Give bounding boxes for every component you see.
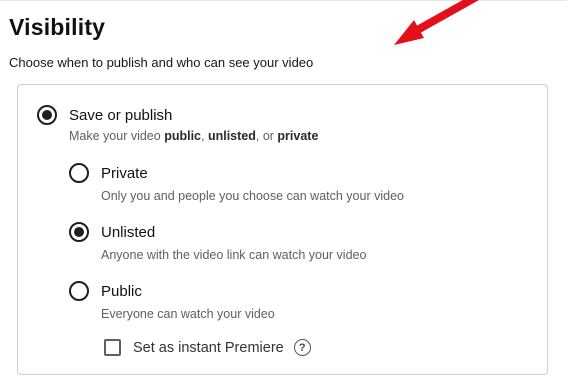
red-arrow-icon	[394, 0, 480, 45]
instant-premiere-checkbox[interactable]	[104, 339, 121, 356]
save-or-publish-description: Make your video public, unlisted, or pri…	[69, 129, 318, 143]
desc-prefix: Make your video	[69, 129, 165, 143]
private-radio[interactable]	[69, 163, 89, 183]
private-label: Private	[101, 164, 148, 182]
visibility-card: Save or publish Make your video public, …	[17, 84, 548, 375]
instant-premiere-option[interactable]: Set as instant Premiere ?	[104, 339, 311, 356]
save-or-publish-option[interactable]: Save or publish	[37, 105, 172, 125]
unlisted-option[interactable]: Unlisted	[69, 222, 155, 242]
public-label: Public	[101, 282, 142, 300]
save-or-publish-radio[interactable]	[37, 105, 57, 125]
private-description: Only you and people you choose can watch…	[101, 189, 404, 203]
desc-sep1: ,	[201, 129, 208, 143]
section-subtitle: Choose when to publish and who can see y…	[9, 55, 314, 70]
unlisted-description: Anyone with the video link can watch you…	[101, 248, 367, 262]
desc-unlisted: unlisted	[207, 129, 256, 143]
public-description: Everyone can watch your video	[101, 307, 275, 321]
unlisted-radio[interactable]	[69, 222, 89, 242]
instant-premiere-label: Set as instant Premiere	[133, 339, 284, 356]
desc-sep2: , or	[255, 129, 278, 143]
private-option[interactable]: Private	[69, 163, 148, 183]
public-option[interactable]: Public	[69, 281, 142, 301]
desc-private: private	[277, 129, 319, 143]
unlisted-label: Unlisted	[101, 223, 156, 241]
public-radio[interactable]	[69, 281, 89, 301]
desc-public: public	[164, 129, 201, 143]
save-or-publish-label: Save or publish	[69, 106, 173, 124]
section-title: Visibility	[9, 14, 106, 40]
help-circle-icon[interactable]: ?	[293, 339, 311, 356]
